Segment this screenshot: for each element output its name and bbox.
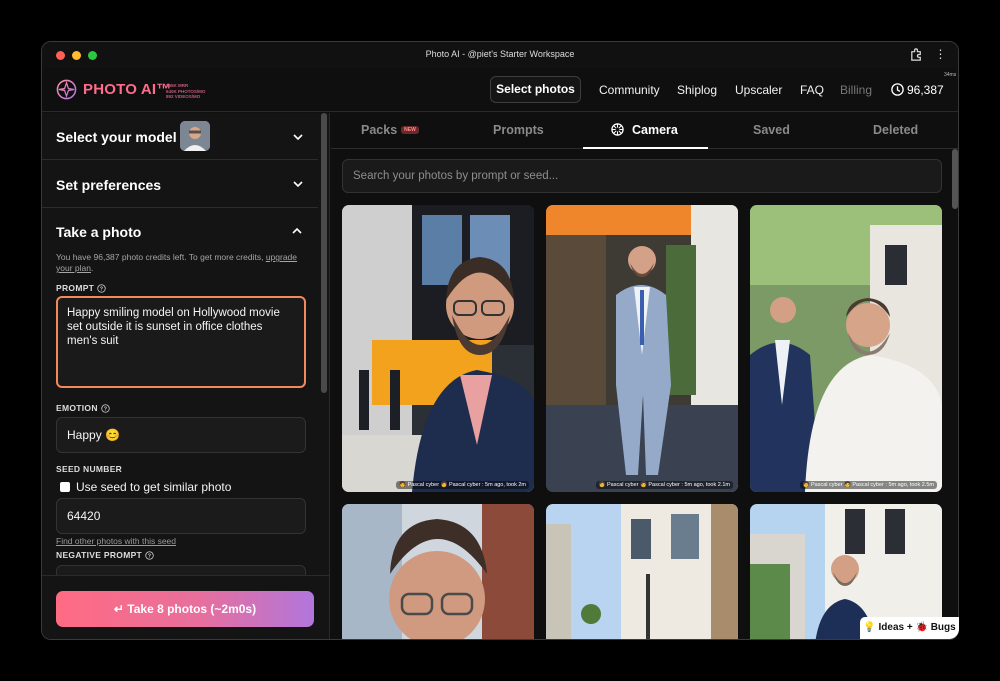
photo-image xyxy=(546,205,738,492)
nav-shiplog[interactable]: Shiplog xyxy=(677,83,717,97)
svg-text:?: ? xyxy=(100,286,104,292)
credits-value: 96,387 xyxy=(907,82,944,97)
render-timer: 34ms xyxy=(944,72,957,78)
photo-caption: 🧑 Pascal cyber 🧑 Pascal cyber : 5m ago, … xyxy=(799,481,937,489)
new-badge: NEW xyxy=(401,125,419,134)
negative-prompt-label: NEGATIVE PROMPT ? xyxy=(56,550,154,560)
logo-stats: $55K MRR 640K PHOTOS/MO 892 VIDEOS/MO xyxy=(166,83,205,100)
use-seed-checkbox[interactable] xyxy=(60,482,70,492)
select-model-section[interactable]: Select your model xyxy=(42,113,318,160)
app-window: Photo AI - @piet's Starter Workspace ⋮ P… xyxy=(41,41,959,640)
help-icon[interactable]: ? xyxy=(97,283,106,293)
photo-card[interactable]: 🧑 Pascal cyber 🧑 Pascal cyber : 5m ago, … xyxy=(750,205,942,492)
photo-caption: 🧑 Pascal cyber 🧑 Pascal cyber : 5m ago, … xyxy=(396,481,529,489)
main-panel: Packs NEW Prompts Camera Saved Deleted Se… xyxy=(331,113,958,639)
photo-card[interactable]: 🧑 Pascal cyber 🧑 Pascal cyber : 5m ago, … xyxy=(342,205,534,492)
chevron-down-icon xyxy=(293,134,303,141)
negative-prompt-label-text: NEGATIVE PROMPT xyxy=(56,550,143,560)
seed-label: SEED NUMBER xyxy=(56,464,123,474)
photo-image xyxy=(342,504,534,639)
nav-billing[interactable]: Billing xyxy=(840,83,872,97)
sidebar-footer: ↵ Take 8 photos (~2m0s) xyxy=(42,575,329,639)
nav-community[interactable]: Community xyxy=(599,83,660,97)
photo-card[interactable]: 🧑 Pascal cyber 🧑 Pascal cyber : 5m ago, … xyxy=(546,205,738,492)
emotion-label: EMOTION ? xyxy=(56,403,110,413)
use-seed-row[interactable]: Use seed to get similar photo xyxy=(60,480,231,494)
top-header: PHOTO AI™ $55K MRR 640K PHOTOS/MO 892 VI… xyxy=(42,68,958,112)
svg-text:?: ? xyxy=(148,553,152,559)
credits-counter[interactable]: 96,387 xyxy=(890,82,944,97)
tab-packs-label: Packs xyxy=(361,123,398,137)
select-model-title: Select your model xyxy=(56,129,177,145)
tab-packs[interactable]: Packs NEW xyxy=(361,123,419,137)
nav-upscaler[interactable]: Upscaler xyxy=(735,83,782,97)
emotion-select[interactable]: Happy 😊 xyxy=(56,417,306,453)
sidebar-scrollbar[interactable] xyxy=(321,113,327,393)
photo-search-input[interactable]: Search your photos by prompt or seed... xyxy=(342,159,942,193)
tab-deleted[interactable]: Deleted xyxy=(873,123,918,137)
photo-card[interactable] xyxy=(342,504,534,639)
tab-prompts[interactable]: Prompts xyxy=(493,123,544,137)
photo-image xyxy=(750,205,942,492)
ideas-bugs-button[interactable]: 💡 Ideas + 🐞 Bugs xyxy=(860,617,959,639)
prompt-label: PROMPT ? xyxy=(56,283,106,293)
prompt-textarea[interactable]: Happy smiling model on Hollywood movie s… xyxy=(56,296,306,388)
tab-saved[interactable]: Saved xyxy=(753,123,790,137)
more-options-icon[interactable]: ⋮ xyxy=(933,47,948,62)
find-seed-photos-link[interactable]: Find other photos with this seed xyxy=(56,536,176,546)
tab-camera-label: Camera xyxy=(632,123,678,137)
help-icon[interactable]: ? xyxy=(101,403,110,413)
window-title: Photo AI - @piet's Starter Workspace xyxy=(425,49,575,59)
logo-text[interactable]: PHOTO AI™ xyxy=(83,81,171,98)
stat-videos: 892 VIDEOS/MO xyxy=(166,94,201,99)
set-preferences-title: Set preferences xyxy=(56,177,162,193)
credits-info-text: You have 96,387 photo credits left. To g… xyxy=(56,252,264,262)
nav-faq[interactable]: FAQ xyxy=(800,83,824,97)
chevron-up-icon[interactable] xyxy=(291,225,303,237)
main-scrollbar[interactable] xyxy=(952,149,958,209)
photo-image xyxy=(342,205,534,492)
select-photos-button[interactable]: Select photos xyxy=(490,76,581,103)
title-bar: Photo AI - @piet's Starter Workspace ⋮ xyxy=(42,42,958,68)
take-photos-button[interactable]: ↵ Take 8 photos (~2m0s) xyxy=(56,591,314,627)
credits-info: You have 96,387 photo credits left. To g… xyxy=(56,252,298,273)
tab-bar: Packs NEW Prompts Camera Saved Deleted xyxy=(331,113,958,149)
extensions-icon[interactable] xyxy=(909,47,924,62)
prompt-label-text: PROMPT xyxy=(56,283,95,293)
tab-camera[interactable]: Camera xyxy=(611,123,678,137)
photo-card[interactable] xyxy=(546,504,738,639)
credits-icon xyxy=(891,83,904,96)
set-preferences-section[interactable]: Set preferences xyxy=(42,160,318,208)
emotion-label-text: EMOTION xyxy=(56,403,98,413)
model-avatar[interactable] xyxy=(180,121,210,151)
photo-caption: 🧑 Pascal cyber 🧑 Pascal cyber : 5m ago, … xyxy=(595,481,733,489)
svg-text:?: ? xyxy=(103,406,107,412)
take-photo-title[interactable]: Take a photo xyxy=(56,224,141,240)
seed-input[interactable]: 64420 xyxy=(56,498,306,534)
sidebar: Select your model Set preferences Take a… xyxy=(42,113,330,639)
active-tab-indicator xyxy=(583,147,708,149)
help-icon[interactable]: ? xyxy=(145,550,154,560)
photo-image xyxy=(546,504,738,639)
use-seed-label: Use seed to get similar photo xyxy=(76,480,232,494)
camera-aperture-icon xyxy=(611,123,624,136)
chevron-down-icon xyxy=(293,181,303,188)
photo-ai-logo-icon[interactable] xyxy=(56,79,77,100)
